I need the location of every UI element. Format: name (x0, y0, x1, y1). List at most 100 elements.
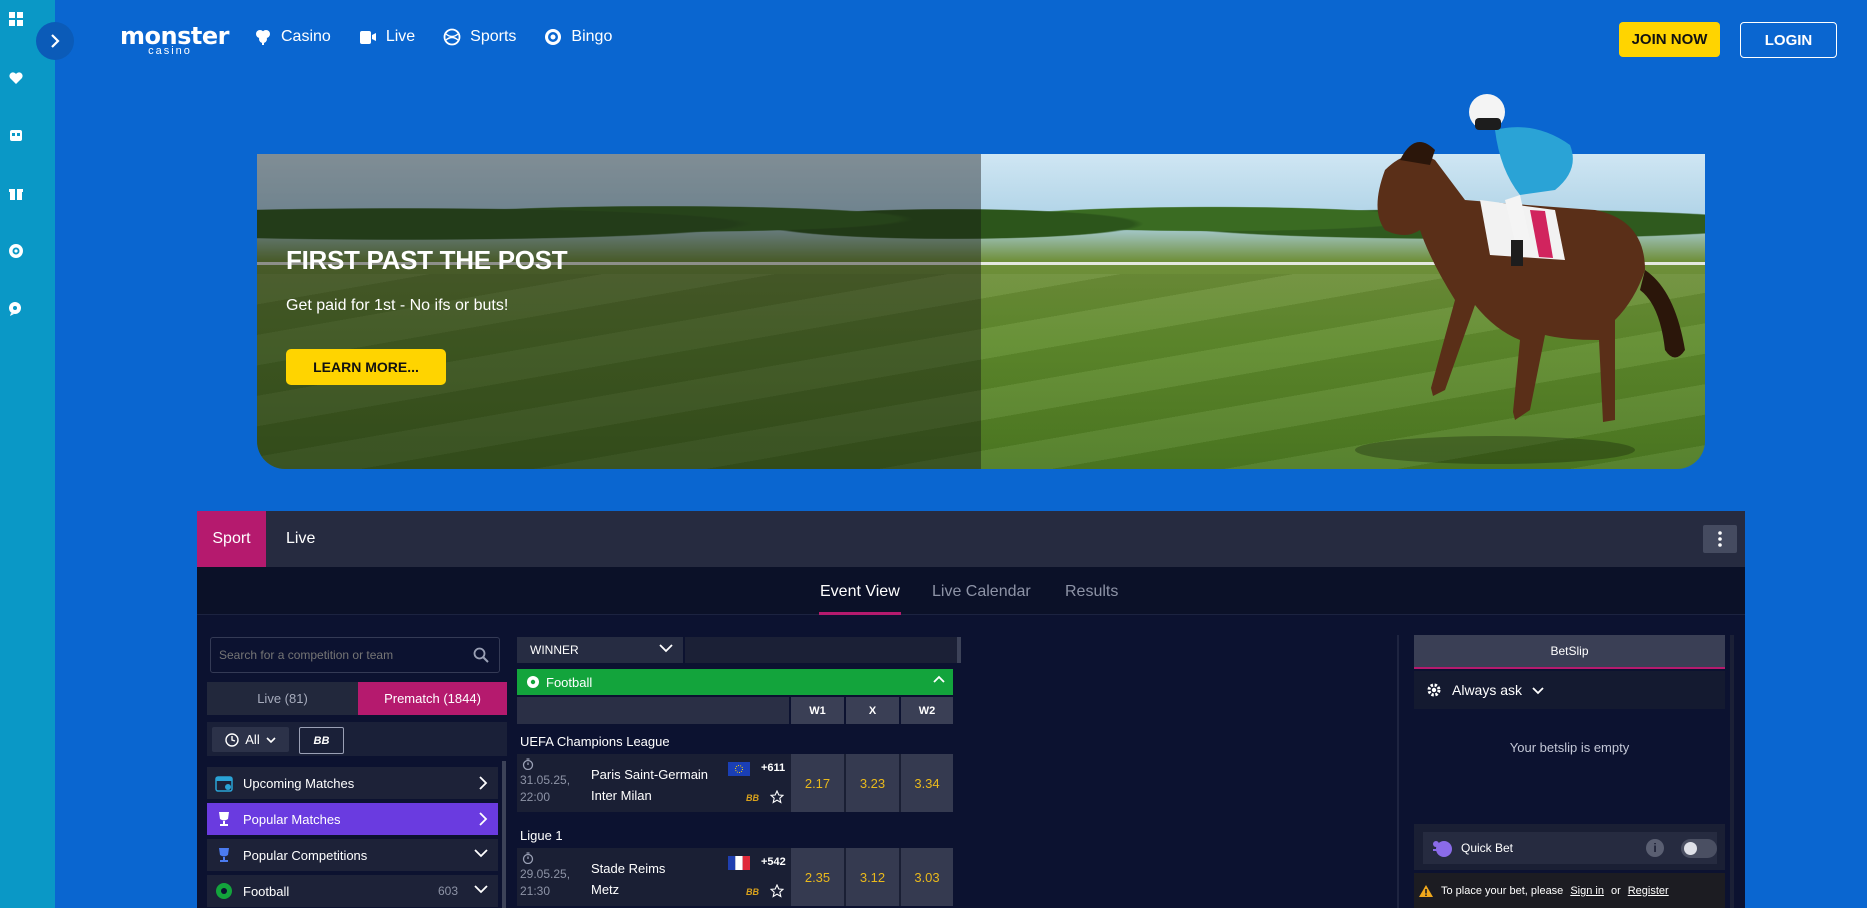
odd-w1[interactable]: 2.35 (791, 848, 844, 906)
quick-bet-toggle[interactable] (1681, 839, 1717, 858)
learn-more-button[interactable]: LEARN MORE... (286, 349, 446, 385)
odd-w2[interactable]: 3.03 (901, 848, 953, 906)
chevron-down-icon (659, 644, 673, 653)
live-mode-button[interactable]: Live (81) (207, 682, 358, 715)
jockey-horse-image (1355, 94, 1685, 464)
tab-event-view[interactable]: Event View (820, 583, 900, 601)
more-options-button[interactable] (1703, 525, 1737, 553)
betslip-panel: BetSlip Always ask Your betslip is empty… (1397, 635, 1740, 908)
left-rail (0, 0, 55, 908)
football-icon (527, 676, 539, 688)
prematch-mode-button[interactable]: Prematch (1844) (358, 682, 507, 715)
event-row[interactable]: 29.05.25, 21:30 Stade Reims Metz +542 BB 2… (517, 848, 953, 906)
tab-live[interactable]: Live (286, 511, 315, 567)
live-icon (359, 31, 376, 44)
odd-w1[interactable]: 2.17 (791, 754, 844, 812)
event-row[interactable]: 31.05.25, 22:00 Paris Saint-Germain Inter … (517, 754, 953, 812)
active-tab-indicator (819, 612, 901, 615)
nav-live[interactable]: Live (359, 28, 415, 46)
bet-builder-filter[interactable]: BB (299, 727, 344, 754)
betslip-scrollbar[interactable] (1730, 635, 1734, 908)
event-time: 21:30 (520, 884, 551, 898)
menu-popular-matches[interactable]: Popular Matches (207, 803, 498, 835)
banner-title: FIRST PAST THE POST (286, 245, 568, 275)
chevron-right-icon (479, 776, 488, 790)
sign-in-warning: To place your bet, please Sign in or Reg… (1414, 873, 1725, 908)
chevron-up-icon (933, 675, 945, 683)
events-scrollbar[interactable] (957, 637, 961, 663)
menu-football[interactable]: Football 603 (207, 875, 498, 907)
grid-icon[interactable] (7, 10, 25, 28)
quick-bet-icon (1433, 841, 1452, 857)
chevron-down-icon (1532, 686, 1544, 694)
menu-football-label: Football (243, 883, 290, 899)
competition-search-input[interactable] (211, 638, 451, 672)
join-now-button[interactable]: JOIN NOW (1619, 22, 1720, 57)
nav-bingo[interactable]: Bingo (544, 28, 612, 46)
france-flag-icon (728, 856, 750, 870)
favorite-star-icon[interactable] (770, 884, 784, 898)
menu-upcoming-label: Upcoming Matches (243, 775, 355, 791)
football-icon (216, 883, 232, 899)
sport-section-football[interactable]: Football (517, 669, 953, 695)
time-filter-select[interactable]: All (212, 727, 289, 752)
competition-search (210, 637, 500, 673)
menu-upcoming-matches[interactable]: Upcoming Matches (207, 767, 498, 799)
market-select-value: WINNER (530, 643, 579, 657)
odd-x[interactable]: 3.12 (846, 848, 899, 906)
target-icon[interactable] (7, 242, 25, 260)
nav-casino-label: Casino (281, 28, 331, 45)
home-team: Paris Saint-Germain (591, 767, 709, 782)
banner-subtitle: Get paid for 1st - No ifs or buts! (286, 297, 509, 314)
sidebar-toggle-button[interactable] (36, 22, 74, 60)
info-icon[interactable]: i (1646, 839, 1664, 857)
market-select[interactable]: WINNER (517, 637, 683, 663)
betslip-title[interactable]: BetSlip (1414, 635, 1725, 669)
monster-casino-logo[interactable]: monster casino (120, 24, 229, 57)
column-header-spacer (517, 697, 789, 724)
calendar-icon (215, 776, 233, 792)
mode-switch: Live (81) Prematch (1844) (207, 682, 507, 715)
filter-scrollbar[interactable] (502, 761, 506, 908)
casino-icon (256, 30, 270, 45)
odd-x[interactable]: 3.23 (846, 754, 899, 812)
event-teams: Stade Reims Metz (591, 858, 665, 900)
sign-in-link[interactable]: Sign in (1570, 885, 1604, 897)
league-header[interactable]: Ligue 1 (520, 828, 563, 843)
search-icon[interactable] (473, 647, 489, 663)
nav-sports[interactable]: Sports (443, 28, 516, 46)
tab-sport[interactable]: Sport (197, 511, 266, 567)
favorite-star-icon[interactable] (770, 790, 784, 804)
event-datetime: 31.05.25, 22:00 (520, 772, 570, 806)
quick-bet-control: Quick Bet i (1423, 832, 1717, 864)
stopwatch-icon (522, 852, 534, 864)
login-button[interactable]: LOGIN (1740, 22, 1837, 58)
chat-icon[interactable] (7, 300, 25, 318)
event-datetime: 29.05.25, 21:30 (520, 866, 570, 900)
nav-casino[interactable]: Casino (254, 28, 331, 46)
column-w1: W1 (791, 697, 844, 724)
menu-popular-competitions[interactable]: Popular Competitions (207, 839, 498, 871)
away-team: Metz (591, 882, 620, 897)
gift-icon[interactable] (7, 184, 25, 202)
tab-results[interactable]: Results (1065, 583, 1118, 601)
tab-live-calendar[interactable]: Live Calendar (932, 583, 1031, 601)
cards-icon[interactable] (7, 126, 25, 144)
time-filter-value: All (245, 732, 260, 747)
bet-builder-badge: BB (746, 887, 759, 897)
trophy-icon (219, 812, 229, 826)
more-markets-count[interactable]: +611 (761, 762, 785, 774)
football-count: 603 (437, 884, 458, 898)
eu-flag-icon (728, 762, 750, 776)
register-link[interactable]: Register (1628, 885, 1669, 897)
cup-icon (219, 848, 229, 862)
heart-icon[interactable] (7, 69, 25, 87)
bingo-icon (545, 29, 562, 45)
sportsbook-widget: Sport Live Event View Live Calendar Resu… (197, 511, 1745, 908)
odds-change-select[interactable]: Always ask (1414, 671, 1725, 709)
league-header[interactable]: UEFA Champions League (520, 734, 670, 749)
nav-bingo-label: Bingo (571, 28, 613, 45)
odd-w2[interactable]: 3.34 (901, 754, 953, 812)
gear-icon (1427, 683, 1441, 697)
more-markets-count[interactable]: +542 (761, 856, 786, 868)
